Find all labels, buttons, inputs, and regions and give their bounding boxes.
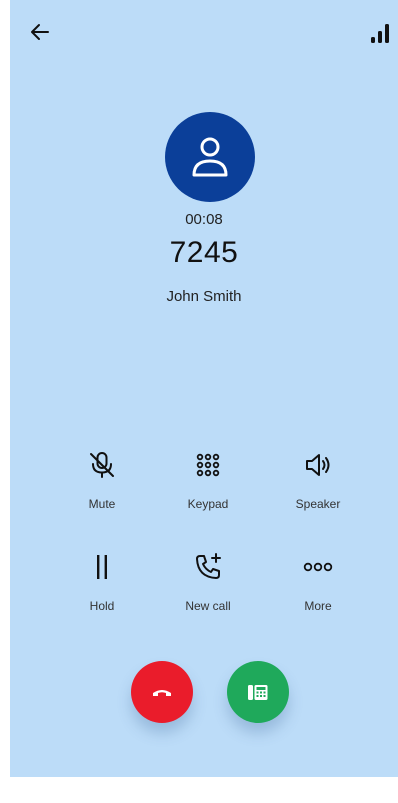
add-call-icon (196, 553, 221, 579)
more-button[interactable]: More (270, 551, 366, 613)
speaker-label: Speaker (295, 497, 341, 511)
more-horizontal-icon (303, 562, 333, 572)
call-screen: 00:08 7245 John Smith Mute Keypad Speake… (10, 0, 398, 777)
hold-label: Hold (89, 599, 115, 613)
speaker-button[interactable]: Speaker (270, 449, 366, 511)
keypad-label: Keypad (187, 497, 229, 511)
more-label: More (304, 599, 332, 613)
contact-name: John Smith (166, 288, 242, 305)
mic-off-icon (90, 452, 114, 478)
phone-number: 7245 (169, 236, 239, 269)
contact-avatar (165, 112, 255, 202)
back-button[interactable] (28, 20, 52, 44)
desk-phone-button[interactable] (227, 661, 289, 723)
new-call-label: New call (185, 599, 231, 613)
phone-hangup-icon (153, 690, 171, 696)
desk-phone-icon (248, 685, 268, 700)
arrow-left-icon (31, 24, 49, 40)
dialpad-icon (196, 453, 220, 477)
mute-button[interactable]: Mute (54, 449, 150, 511)
new-call-button[interactable]: New call (160, 551, 256, 613)
call-timer: 00:08 (185, 211, 223, 228)
signal-strength-icon (370, 20, 392, 44)
pause-icon (97, 555, 107, 579)
person-icon (192, 137, 228, 177)
hold-button[interactable]: Hold (54, 551, 150, 613)
speaker-icon (306, 454, 330, 476)
keypad-button[interactable]: Keypad (160, 449, 256, 511)
mute-label: Mute (88, 497, 116, 511)
end-call-button[interactable] (131, 661, 193, 723)
